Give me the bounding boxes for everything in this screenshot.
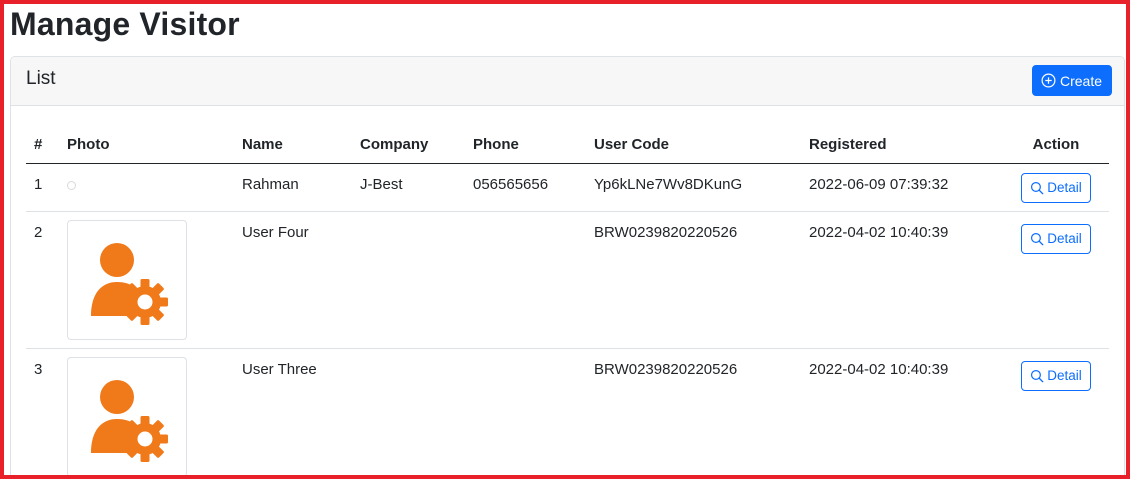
row-phone	[463, 211, 584, 349]
detail-button-label: Detail	[1047, 180, 1082, 195]
row-user-code: BRW0239820220526	[584, 211, 799, 349]
table-row: 3 User Three BRW0239820220526 2022-04-02…	[26, 348, 1109, 475]
header-registered: Registered	[799, 126, 1003, 164]
row-registered: 2022-04-02 10:40:39	[799, 348, 1003, 475]
create-button[interactable]: Create	[1031, 65, 1112, 96]
row-user-code: BRW0239820220526	[584, 348, 799, 475]
row-name: Rahman	[232, 163, 350, 212]
row-num: 2	[26, 211, 57, 349]
plus-circle-icon	[1041, 73, 1056, 88]
table-header-row: # Photo Name Company Phone User Code Reg…	[26, 126, 1109, 164]
detail-button-label: Detail	[1047, 231, 1082, 246]
header-action: Action	[1003, 126, 1109, 164]
avatar	[67, 356, 187, 475]
header-phone: Phone	[463, 126, 584, 164]
table-row: 2 User Four BRW0239820220526 2022-04-02 …	[26, 211, 1109, 349]
row-phone	[463, 348, 584, 475]
detail-button[interactable]: Detail	[1021, 360, 1091, 391]
row-num: 3	[26, 348, 57, 475]
card-title: List	[26, 68, 56, 89]
header-user-code: User Code	[584, 126, 799, 164]
search-icon	[1031, 232, 1044, 245]
row-registered: 2022-06-09 07:39:32	[799, 163, 1003, 212]
empty-photo-icon	[67, 180, 76, 190]
detail-button[interactable]: Detail	[1021, 172, 1091, 203]
visitor-list-card: List Create # Photo Name Company Phone U	[10, 56, 1125, 475]
table-row: 1 Rahman J-Best 056565656 Yp6kLNe7Wv8DKu…	[26, 163, 1109, 212]
row-action: Detail	[1003, 163, 1109, 212]
user-gear-icon	[91, 379, 168, 462]
row-name: User Four	[232, 211, 350, 349]
detail-button[interactable]: Detail	[1021, 223, 1091, 254]
row-phone: 056565656	[463, 163, 584, 212]
visitor-table: # Photo Name Company Phone User Code Reg…	[26, 126, 1109, 475]
header-photo: Photo	[57, 126, 232, 164]
search-icon	[1031, 369, 1044, 382]
detail-button-label: Detail	[1047, 368, 1082, 383]
header-company: Company	[350, 126, 463, 164]
row-company	[350, 211, 463, 349]
row-num: 1	[26, 163, 57, 212]
card-header: List Create	[11, 57, 1124, 106]
row-action: Detail	[1003, 348, 1109, 475]
row-company	[350, 348, 463, 475]
row-photo	[57, 163, 232, 212]
avatar	[67, 219, 187, 340]
create-button-label: Create	[1059, 72, 1102, 89]
row-photo	[57, 211, 232, 349]
header-num: #	[26, 126, 57, 164]
user-gear-icon	[91, 242, 168, 325]
row-registered: 2022-04-02 10:40:39	[799, 211, 1003, 349]
row-company: J-Best	[350, 163, 463, 212]
header-name: Name	[232, 126, 350, 164]
row-action: Detail	[1003, 211, 1109, 349]
row-user-code: Yp6kLNe7Wv8DKunG	[584, 163, 799, 212]
page-title: Manage Visitor	[10, 6, 240, 42]
search-icon	[1031, 181, 1044, 194]
row-photo	[57, 348, 232, 475]
row-name: User Three	[232, 348, 350, 475]
screenshot-frame: Manage Visitor List Create # Photo Name …	[0, 0, 1130, 479]
